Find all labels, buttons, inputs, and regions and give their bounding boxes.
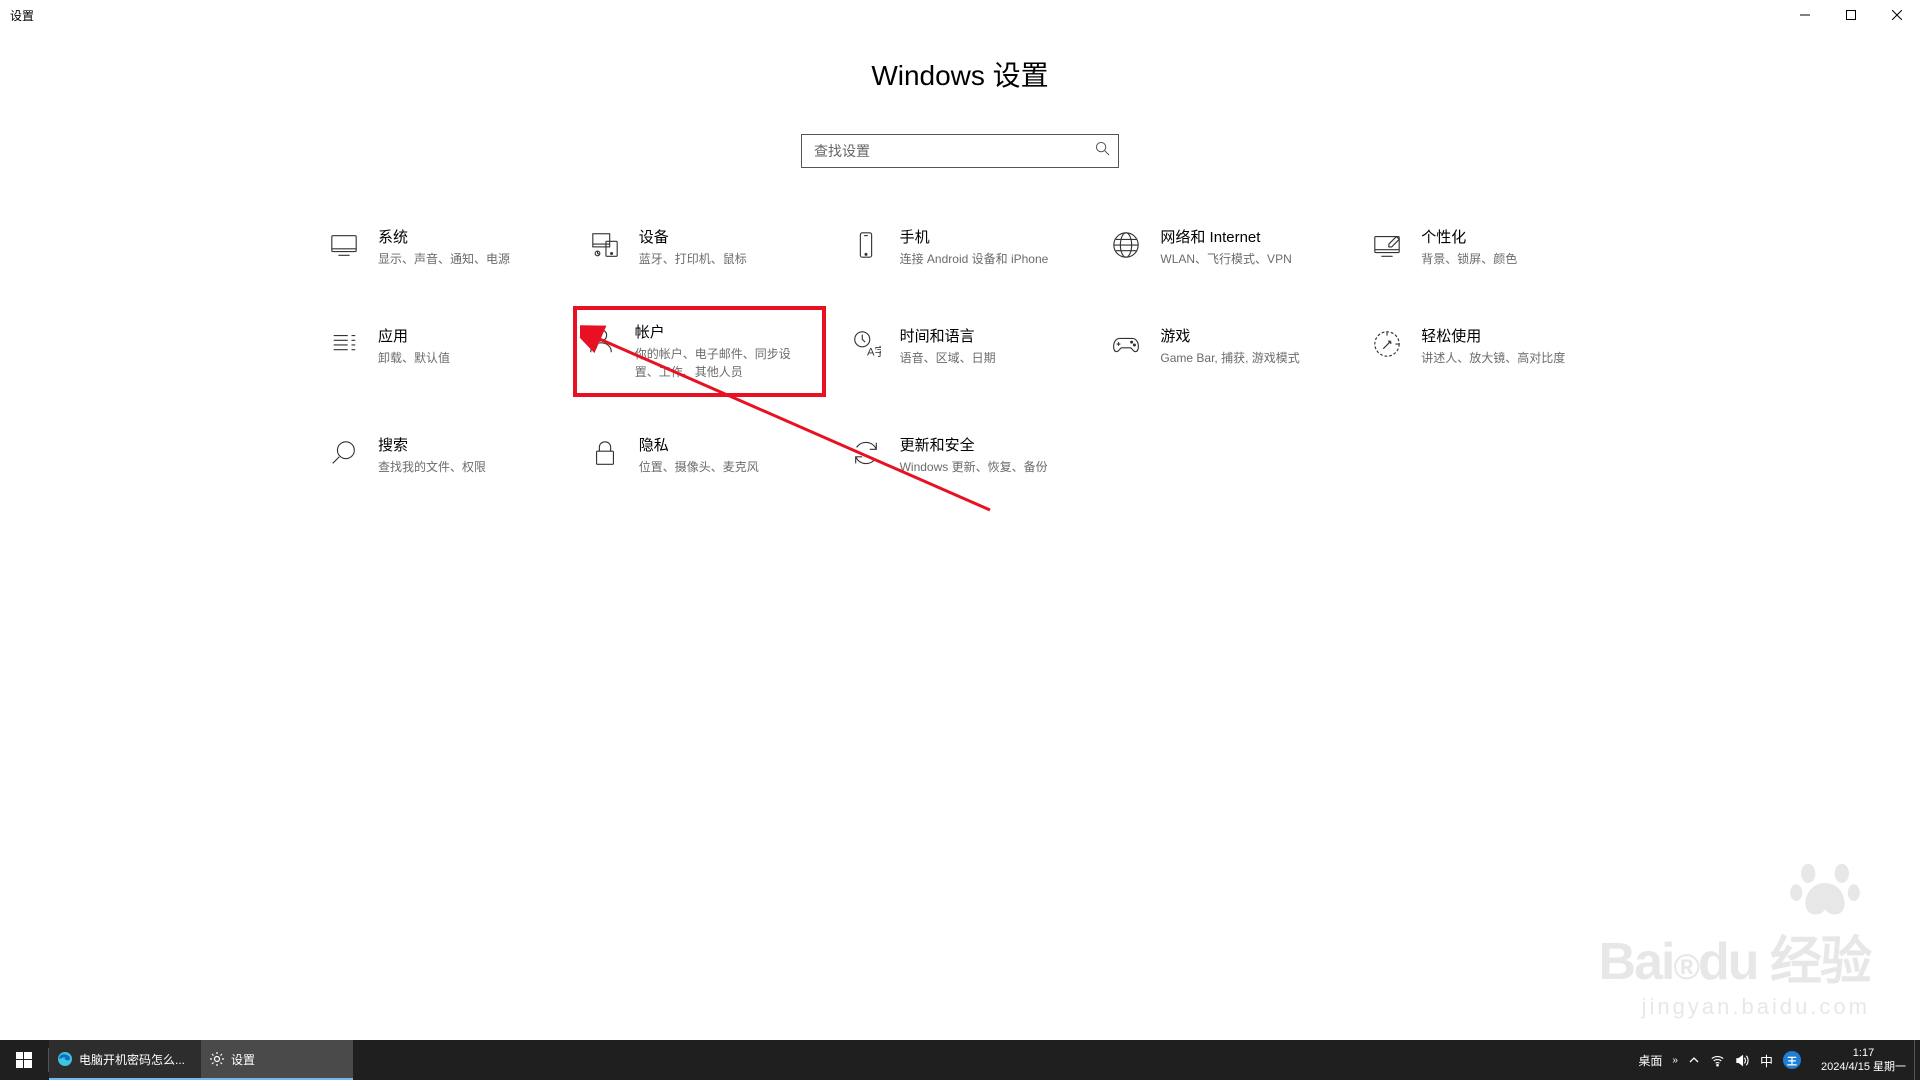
phone-icon [850, 229, 882, 261]
maximize-button[interactable] [1828, 0, 1874, 30]
category-ease-of-access[interactable]: 轻松使用讲述人、放大镜、高对比度 [1363, 322, 1600, 381]
svg-text:A字: A字 [867, 344, 881, 358]
category-title: 游戏 [1160, 326, 1299, 347]
taskbar-app-label: 设置 [231, 1051, 255, 1068]
category-desc: 你的帐户、电子邮件、同步设置、工作、其他人员 [635, 345, 805, 381]
category-desc: 讲述人、放大镜、高对比度 [1421, 349, 1565, 367]
taskbar-date: 2024/4/15 [1821, 1061, 1870, 1073]
category-title: 更新和安全 [900, 435, 1048, 456]
show-desktop-button[interactable] [1914, 1040, 1920, 1080]
minimize-icon [1800, 10, 1810, 20]
category-time-language[interactable]: A字 时间和语言语音、区域、日期 [842, 322, 1079, 381]
category-devices[interactable]: 设备蓝牙、打印机、鼠标 [581, 223, 818, 272]
tray-overflow-icon[interactable]: » [1672, 1058, 1678, 1063]
category-title: 设备 [639, 227, 747, 248]
category-update-security[interactable]: 更新和安全 Windows 更新、恢复、备份 [842, 431, 1079, 480]
category-title: 应用 [378, 326, 450, 347]
ime-indicator[interactable]: 中 [1760, 1051, 1773, 1070]
system-icon [328, 229, 360, 261]
category-desc: 蓝牙、打印机、鼠标 [639, 250, 747, 268]
tray-chevron-up-icon[interactable] [1688, 1054, 1700, 1066]
wifi-icon[interactable] [1710, 1053, 1725, 1068]
watermark: Bai®du 经验 jingyan.baidu.com [1599, 859, 1870, 1020]
time-language-icon: A字 [850, 328, 882, 360]
personalization-icon [1371, 229, 1403, 261]
category-desc: 位置、摄像头、麦克风 [639, 458, 759, 476]
page-title: Windows 设置 [0, 54, 1920, 94]
ease-of-access-icon [1371, 328, 1403, 360]
category-title: 搜索 [378, 435, 486, 456]
category-desc: Game Bar, 捕获, 游戏模式 [1160, 349, 1299, 367]
category-title: 帐户 [635, 322, 805, 343]
close-button[interactable] [1874, 0, 1920, 30]
category-desc: Windows 更新、恢复、备份 [900, 458, 1048, 476]
gear-icon [209, 1051, 225, 1067]
category-privacy[interactable]: 隐私位置、摄像头、麦克风 [581, 431, 818, 480]
window-title: 设置 [10, 7, 34, 24]
category-network[interactable]: 网络和 Internet WLAN、飞行模式、VPN [1102, 223, 1339, 272]
category-accounts[interactable]: 帐户你的帐户、电子邮件、同步设置、工作、其他人员 [573, 306, 826, 397]
category-desc: 显示、声音、通知、电源 [378, 250, 510, 268]
search-input[interactable] [814, 143, 1095, 159]
tray-desktop-label[interactable]: 桌面 [1638, 1052, 1662, 1069]
taskbar-weekday: 星期一 [1873, 1061, 1906, 1073]
globe-icon [1110, 229, 1142, 261]
maximize-icon [1846, 10, 1856, 20]
search-category-icon [328, 437, 360, 469]
minimize-button[interactable] [1782, 0, 1828, 30]
category-desc: 卸载、默认值 [378, 349, 450, 367]
category-title: 轻松使用 [1421, 326, 1565, 347]
volume-icon[interactable] [1735, 1053, 1750, 1068]
category-gaming[interactable]: 游戏 Game Bar, 捕获, 游戏模式 [1102, 322, 1339, 381]
category-desc: 语音、区域、日期 [900, 349, 996, 367]
category-desc: 查找我的文件、权限 [378, 458, 486, 476]
category-desc: 背景、锁屏、颜色 [1421, 250, 1517, 268]
search-icon [1095, 141, 1110, 161]
category-title: 网络和 Internet [1160, 227, 1291, 248]
category-title: 个性化 [1421, 227, 1517, 248]
category-desc: WLAN、飞行模式、VPN [1160, 250, 1291, 268]
gaming-icon [1110, 328, 1142, 360]
ime-badge[interactable]: 王 [1783, 1051, 1801, 1069]
edge-icon [57, 1051, 73, 1067]
category-phone[interactable]: 手机连接 Android 设备和 iPhone [842, 223, 1079, 272]
start-button[interactable] [0, 1040, 48, 1080]
category-apps[interactable]: 应用卸载、默认值 [320, 322, 557, 381]
accounts-icon [585, 324, 617, 356]
search-box[interactable] [801, 134, 1119, 168]
category-desc: 连接 Android 设备和 iPhone [900, 250, 1049, 268]
devices-icon [589, 229, 621, 261]
windows-icon [16, 1052, 32, 1068]
category-title: 系统 [378, 227, 510, 248]
category-title: 隐私 [639, 435, 759, 456]
close-icon [1892, 10, 1902, 20]
update-icon [850, 437, 882, 469]
category-personalization[interactable]: 个性化背景、锁屏、颜色 [1363, 223, 1600, 272]
taskbar-datetime[interactable]: 1:17 2024/4/15 星期一 [1813, 1046, 1914, 1075]
apps-icon [328, 328, 360, 360]
taskbar-app-browser[interactable]: 电脑开机密码怎么... [49, 1040, 201, 1080]
category-title: 手机 [900, 227, 1049, 248]
taskbar-time: 1:17 [1821, 1046, 1906, 1060]
privacy-icon [589, 437, 621, 469]
category-search[interactable]: 搜索查找我的文件、权限 [320, 431, 557, 480]
category-title: 时间和语言 [900, 326, 996, 347]
taskbar-app-settings[interactable]: 设置 [201, 1040, 353, 1080]
category-system[interactable]: 系统显示、声音、通知、电源 [320, 223, 557, 272]
taskbar-app-label: 电脑开机密码怎么... [79, 1051, 185, 1068]
